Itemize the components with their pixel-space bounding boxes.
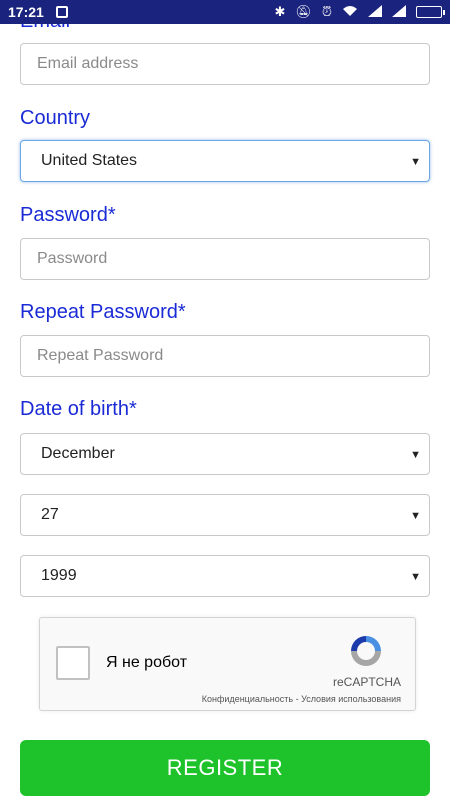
password-label: Password* <box>20 204 116 226</box>
birth-day-select[interactable]: 27 ▼ <box>20 494 430 536</box>
registration-form: Email Email address Country United State… <box>0 24 450 800</box>
recaptcha-widget: Я не робот reCAPTCHA Конфиденциальность … <box>39 617 416 711</box>
birth-year-select[interactable]: 1999 ▼ <box>20 555 430 597</box>
country-value: United States <box>41 152 138 169</box>
country-select[interactable]: United States ▼ <box>20 140 430 182</box>
email-label: Email <box>20 24 70 33</box>
recaptcha-brand: reCAPTCHA <box>332 675 401 689</box>
password-field[interactable]: Password <box>20 238 430 280</box>
privacy-link[interactable]: Конфиденциальность <box>202 694 293 704</box>
birth-month-select[interactable]: December ▼ <box>20 433 430 475</box>
status-bar: 17:21 ✱ 🔕︎ ⏰︎ <box>0 0 450 24</box>
captcha-links-separator: - <box>293 694 302 704</box>
battery-icon <box>416 6 445 18</box>
captcha-checkbox[interactable] <box>56 646 90 680</box>
register-button[interactable]: REGISTER <box>20 740 430 796</box>
birth-year-value: 1999 <box>41 567 77 584</box>
captcha-links: Конфиденциальность - Условия использован… <box>202 694 401 704</box>
wifi-icon <box>342 5 358 20</box>
alarm-icon: ⏰︎ <box>321 4 332 19</box>
dropdown-caret-icon: ▼ <box>410 571 421 584</box>
dropdown-caret-icon: ▼ <box>410 510 421 523</box>
dropdown-caret-icon: ▼ <box>410 449 421 462</box>
signal-icon <box>392 4 406 20</box>
birth-day-value: 27 <box>41 506 59 523</box>
country-label: Country <box>20 107 91 129</box>
captcha-checkbox-label: Я не робот <box>106 654 188 671</box>
terms-link[interactable]: Условия использования <box>301 694 401 704</box>
signal-icon <box>368 4 382 20</box>
birth-month-value: December <box>41 445 115 462</box>
date-of-birth-label: Date of birth* <box>20 398 137 420</box>
recaptcha-logo-icon <box>351 636 381 666</box>
repeat-password-field[interactable]: Repeat Password <box>20 335 430 377</box>
notification-square-icon <box>55 6 68 18</box>
mute-icon: 🔕︎ <box>295 4 312 19</box>
bluetooth-icon: ✱ <box>274 4 286 19</box>
status-time: 17:21 <box>8 4 44 20</box>
dropdown-caret-icon: ▼ <box>410 156 421 169</box>
repeat-password-label: Repeat Password* <box>20 301 186 323</box>
email-field[interactable]: Email address <box>20 43 430 85</box>
